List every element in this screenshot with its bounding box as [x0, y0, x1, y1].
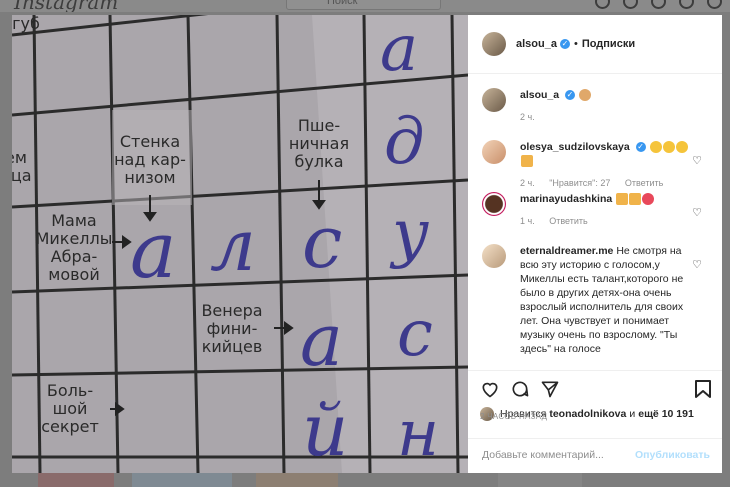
liker-username[interactable]: teonadolnikova [549, 408, 626, 420]
handwritten-letter: а [380, 15, 418, 86]
clue-bolshoi-3: секрет [41, 417, 99, 436]
comments-list[interactable]: alsou_a ✓ 2 ч. olesya_sudzilovskaya ✓ 2 … [468, 74, 722, 370]
post-timestamp[interactable]: 2 ЧАСОВ НАЗАД [480, 412, 547, 421]
comment-like-heart-icon[interactable]: ♡ [692, 258, 702, 271]
instagram-logo[interactable]: Instagram [14, 0, 118, 12]
post-actions: Нравится teonadolnikova и ещё 10 191 [468, 370, 722, 431]
grinning-emoji-icon [662, 141, 675, 154]
clue-bolshoi-2: шой [53, 399, 88, 418]
clue-mama-1: Мама [51, 211, 96, 230]
comment-username[interactable]: eternaldreamer.me [520, 245, 613, 257]
reply-button[interactable]: Ответить [549, 216, 587, 226]
author-username[interactable]: alsou_a [516, 38, 557, 50]
clue-mama-3: Абра- [51, 247, 98, 266]
grinning-emoji-icon [675, 141, 688, 154]
separator-dot: • [573, 38, 578, 50]
crossword-photo: губ ем ица Стенка над кар- низом Пше- ни… [12, 15, 468, 473]
background-thumbnail [132, 473, 232, 487]
thumbs-up-emoji-icon [521, 155, 533, 168]
handwritten-letter: а [130, 206, 177, 296]
verified-icon: ✓ [635, 142, 646, 153]
activity-icon[interactable] [679, 0, 694, 9]
clue-venera-2: фини- [207, 319, 258, 338]
handwritten-letter: л [210, 203, 256, 287]
handwritten-letter: д [384, 105, 425, 179]
following-button[interactable]: Подписки [582, 38, 635, 50]
commenter-avatar[interactable] [482, 140, 506, 164]
likes-more[interactable]: ещё 10 191 [638, 408, 694, 420]
caption-username[interactable]: alsou_a [520, 89, 559, 101]
clue-stenka-2: над кар- [114, 150, 186, 169]
clue-pshe-2: ничная [289, 134, 349, 153]
comment-like-heart-icon[interactable]: ♡ [692, 206, 702, 219]
clue-pshe-3: булка [294, 152, 343, 171]
background-thumbnail [38, 473, 114, 487]
search-input[interactable]: Поиск [286, 0, 441, 10]
author-avatar[interactable] [482, 32, 506, 56]
clue-mama-2: Микеллы [36, 229, 113, 248]
add-comment-form: Опубликовать [468, 438, 722, 474]
direct-icon[interactable] [623, 0, 638, 9]
reply-button[interactable]: Ответить [625, 178, 663, 188]
clue-mama-4: мовой [48, 265, 99, 284]
comment-username[interactable]: marinayudashkina [520, 193, 612, 205]
comment-time[interactable]: 2 ч. [520, 178, 535, 188]
commenter-avatar[interactable] [482, 244, 506, 268]
thumbs-up-emoji-icon [616, 193, 629, 206]
verified-icon: ✓ [565, 90, 576, 101]
comment-likes-count[interactable]: "Нравится": 27 [549, 178, 610, 188]
comment-like-heart-icon[interactable]: ♡ [692, 154, 702, 167]
handwritten-letter: с [302, 200, 342, 284]
handwritten-letter: а [300, 298, 343, 382]
profile-avatar[interactable] [707, 0, 722, 9]
handwritten-letter: н [397, 397, 439, 471]
comment-item: olesya_sudzilovskaya ✓ 2 ч. "Нравится": … [482, 140, 710, 190]
clue-venera-1: Венера [201, 301, 262, 320]
verified-icon: ✓ [559, 39, 570, 49]
post-side-panel: alsou_a ✓ • Подписки alsou_a ✓ 2 ч. oles… [468, 15, 722, 473]
bookmark-icon[interactable] [694, 379, 712, 399]
post-photo[interactable]: губ ем ица Стенка над кар- низом Пше- ни… [12, 15, 468, 473]
like-heart-icon[interactable] [480, 379, 500, 399]
clue-stenka-1: Стенка [120, 132, 180, 151]
hands-over-face-emoji-icon [578, 89, 591, 102]
comment-text: Не смотря на всю эту историю с голосом,у… [520, 245, 684, 355]
clue-left-cut-2: ица [12, 166, 32, 185]
background-thumbnail [256, 473, 338, 487]
caption-time: 2 ч. [520, 112, 535, 122]
handwritten-letter: с [397, 297, 433, 371]
comment-icon[interactable] [510, 379, 530, 399]
likes-and: и [629, 408, 636, 420]
nav-icons [595, 0, 722, 9]
commenter-avatar[interactable] [482, 192, 506, 216]
comment-input[interactable] [480, 448, 634, 462]
explore-icon[interactable] [651, 0, 666, 9]
handwritten-letter: й [302, 388, 348, 472]
grinning-emoji-icon [649, 141, 662, 154]
clue-stenka-3: низом [124, 168, 175, 187]
share-icon[interactable] [540, 379, 560, 399]
comment-username[interactable]: olesya_sudzilovskaya [520, 141, 630, 153]
clue-left-cut-1: ем [12, 148, 27, 167]
clue-bolshoi-1: Боль- [47, 381, 93, 400]
clue-pshe-1: Пше- [298, 116, 340, 135]
thumbs-up-emoji-icon [629, 193, 642, 206]
caption: alsou_a ✓ 2 ч. [482, 88, 710, 124]
publish-button[interactable]: Опубликовать [635, 449, 710, 461]
post-header: alsou_a ✓ • Подписки [468, 15, 722, 74]
comment-item: marinayudashkina 1 ч. Ответить ♡ [482, 192, 710, 228]
clue-venera-3: кийцев [202, 337, 263, 356]
handwritten-letter: у [389, 197, 429, 271]
comment-item: eternaldreamer.me Не смотря на всю эту и… [482, 244, 710, 356]
top-navigation-bar: Instagram Поиск [0, 0, 730, 12]
heart-eyes-emoji-icon [642, 193, 655, 206]
background-thumbnail [498, 473, 582, 487]
author-avatar[interactable] [482, 88, 506, 112]
comment-time[interactable]: 1 ч. [520, 216, 535, 226]
home-icon[interactable] [595, 0, 610, 9]
clue-left-fragment: губ [12, 15, 40, 33]
